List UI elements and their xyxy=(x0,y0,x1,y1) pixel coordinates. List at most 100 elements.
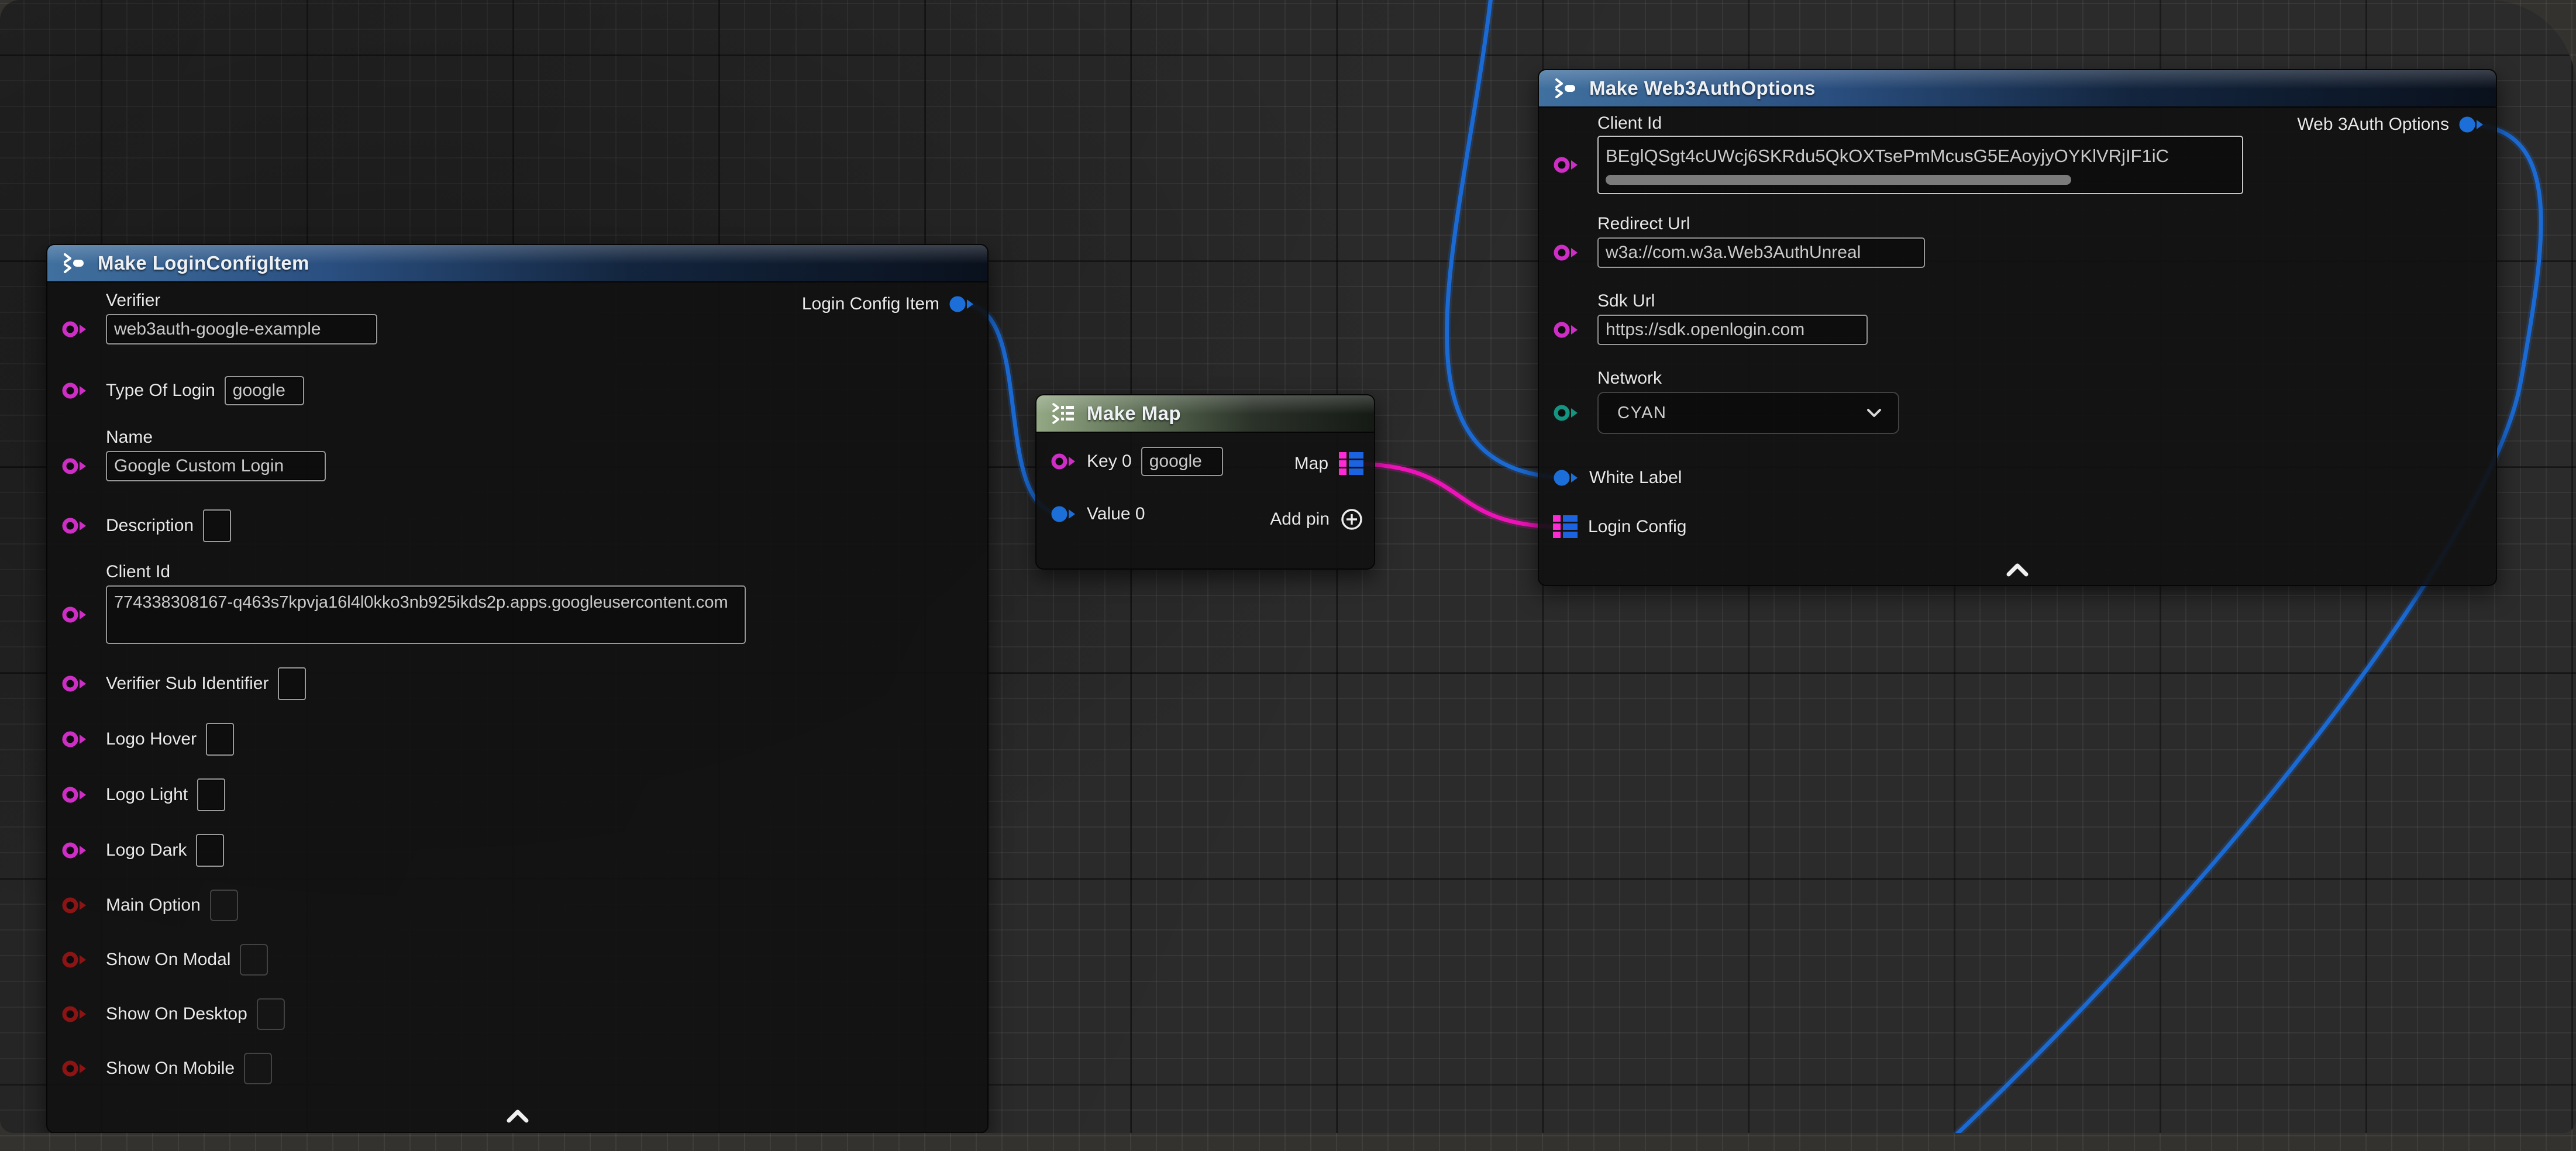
wire-map-to-loginconfig[interactable] xyxy=(1351,464,1565,527)
logo-dark-input[interactable] xyxy=(196,834,224,867)
verifier-sub-identifier-input[interactable] xyxy=(278,667,306,700)
pin-row-main-option: Main Option xyxy=(61,890,238,921)
pin-row-show-on-desktop: Show On Desktop xyxy=(61,998,285,1030)
pin-row-redirect-url: w3a://com.w3a.Web3AuthUnreal xyxy=(1553,237,1925,268)
pin-label-login-config: Login Config xyxy=(1588,517,1686,537)
client-id-input[interactable]: BEglQSgt4cUWcj6SKRdu5QkOXTsePmMcusG5EAoy… xyxy=(1597,136,2243,194)
pin-row-verifier: web3auth-google-example xyxy=(61,314,377,344)
show-on-desktop-checkbox[interactable] xyxy=(257,998,285,1030)
pin-row-logo-light: Logo Light xyxy=(61,778,225,811)
output-label: Web 3Auth Options xyxy=(2297,115,2449,135)
pin-row-show-on-modal: Show On Modal xyxy=(61,944,268,976)
wire-map-to-loginconfig-glow xyxy=(1351,464,1565,527)
node-make-web3authoptions[interactable]: Make Web3AuthOptions Web 3Auth Options C… xyxy=(1538,69,2497,586)
name-input[interactable]: Google Custom Login xyxy=(106,451,326,481)
login-config-pin[interactable] xyxy=(1552,514,1579,540)
type-of-login-pin[interactable] xyxy=(61,381,88,401)
client-id-input[interactable]: 774338308167-q463s7kpvja16l4l0kko3nb925i… xyxy=(106,585,746,644)
pin-label-client-id: Client Id xyxy=(1597,113,1662,133)
node-make-loginconfigitem-header[interactable]: Make LoginConfigItem xyxy=(47,245,987,282)
pin-row-logo-dark: Logo Dark xyxy=(61,834,224,867)
pin-label-verifier: Verifier xyxy=(106,291,160,311)
pin-label-show-on-desktop: Show On Desktop xyxy=(106,1004,247,1024)
collapse-node-button[interactable] xyxy=(504,1108,531,1124)
pin-row-login-config: Login Config xyxy=(1552,514,1686,540)
pin-label-name: Name xyxy=(106,428,153,447)
node-make-loginconfigitem[interactable]: Make LoginConfigItem Login Config Item V… xyxy=(46,244,989,1133)
output-label: Login Config Item xyxy=(802,294,939,314)
key0-pin[interactable] xyxy=(1051,452,1077,471)
show-on-mobile-checkbox[interactable] xyxy=(244,1053,272,1084)
pin-row-verifier-sub-identifier: Verifier Sub Identifier xyxy=(61,667,306,700)
verifier-pin[interactable] xyxy=(61,319,88,339)
show-on-desktop-pin[interactable] xyxy=(61,1004,88,1024)
pin-label-verifier-sub-identifier: Verifier Sub Identifier xyxy=(106,674,268,694)
sdk-url-pin[interactable] xyxy=(1553,320,1580,340)
make-struct-icon xyxy=(1552,75,1579,101)
node-make-web3authoptions-header[interactable]: Make Web3AuthOptions xyxy=(1539,70,2496,108)
pin-row-value0: Value 0 xyxy=(1051,504,1145,524)
pin-label-redirect-url: Redirect Url xyxy=(1597,214,1690,234)
make-struct-icon xyxy=(60,250,87,276)
output-row-login-config-item: Login Config Item xyxy=(802,294,976,314)
value0-pin[interactable] xyxy=(1051,504,1077,524)
logo-light-input[interactable] xyxy=(197,778,225,811)
description-pin[interactable] xyxy=(61,516,88,536)
blueprint-graph: { "colors": { "wire_blue": "#1b6ad3", "w… xyxy=(0,0,2576,1151)
pin-label-logo-dark: Logo Dark xyxy=(106,840,187,860)
output-row-map: Map xyxy=(1294,450,1365,477)
map-pin[interactable] xyxy=(1338,450,1365,477)
node-make-map-header[interactable]: Make Map xyxy=(1036,395,1374,433)
pin-label-client-id: Client Id xyxy=(106,562,170,582)
node-title: Make Map xyxy=(1087,402,1181,425)
type-of-login-input[interactable]: google xyxy=(225,376,304,405)
network-pin[interactable] xyxy=(1553,403,1580,423)
pin-row-client-id: 774338308167-q463s7kpvja16l4l0kko3nb925i… xyxy=(61,585,746,644)
sdk-url-input[interactable]: https://sdk.openlogin.com xyxy=(1597,315,1868,345)
redirect-url-input[interactable]: w3a://com.w3a.Web3AuthUnreal xyxy=(1597,237,1925,268)
white-label-pin[interactable] xyxy=(1553,468,1580,488)
client-id-hscrollbar[interactable] xyxy=(1606,175,2071,185)
description-input[interactable] xyxy=(203,509,231,542)
logo-light-pin[interactable] xyxy=(61,785,88,805)
verifier-input[interactable]: web3auth-google-example xyxy=(106,314,377,344)
client-id-pin[interactable] xyxy=(1553,155,1580,175)
show-on-modal-pin[interactable] xyxy=(61,950,88,970)
pin-row-description: Description xyxy=(61,509,231,542)
pin-label-type-of-login: Type Of Login xyxy=(106,381,215,401)
network-dropdown[interactable]: CYAN xyxy=(1597,392,1899,434)
show-on-modal-checkbox[interactable] xyxy=(240,944,268,976)
logo-hover-pin[interactable] xyxy=(61,729,88,749)
pin-label-network: Network xyxy=(1597,368,1662,388)
node-make-map[interactable]: Make Map Key 0 google Map Value 0 Add pi… xyxy=(1035,394,1375,570)
redirect-url-pin[interactable] xyxy=(1553,243,1580,263)
pin-label-description: Description xyxy=(106,516,194,536)
chevron-down-icon xyxy=(1864,406,1884,420)
pin-label-sdk-url: Sdk Url xyxy=(1597,291,1655,311)
login-config-item-pin[interactable] xyxy=(949,294,976,314)
main-option-checkbox[interactable] xyxy=(210,890,238,921)
pin-label-white-label: White Label xyxy=(1589,468,1682,488)
verifier-sub-identifier-pin[interactable] xyxy=(61,674,88,694)
pin-row-network: CYAN xyxy=(1553,392,1899,434)
pin-label-key0: Key 0 xyxy=(1087,452,1132,471)
add-pin-button[interactable] xyxy=(1339,506,1365,532)
node-title: Make LoginConfigItem xyxy=(98,252,309,274)
make-map-icon xyxy=(1049,401,1076,426)
name-pin[interactable] xyxy=(61,456,88,476)
client-id-pin[interactable] xyxy=(61,605,88,625)
pin-label-logo-hover: Logo Hover xyxy=(106,729,197,749)
output-row-web3auth-options: Web 3Auth Options xyxy=(2297,115,2485,135)
key0-input[interactable]: google xyxy=(1141,447,1223,476)
pin-label-show-on-mobile: Show On Mobile xyxy=(106,1059,235,1078)
web3auth-options-pin[interactable] xyxy=(2458,115,2485,135)
collapse-node-button[interactable] xyxy=(2004,561,2031,578)
pin-label-value0: Value 0 xyxy=(1087,504,1145,524)
main-option-pin[interactable] xyxy=(61,895,88,915)
show-on-mobile-pin[interactable] xyxy=(61,1059,88,1078)
logo-hover-input[interactable] xyxy=(206,723,234,756)
pin-label-show-on-modal: Show On Modal xyxy=(106,950,230,970)
graph-canvas[interactable]: Make LoginConfigItem Login Config Item V… xyxy=(0,0,2576,1133)
logo-dark-pin[interactable] xyxy=(61,840,88,860)
pin-row-sdk-url: https://sdk.openlogin.com xyxy=(1553,315,1868,345)
